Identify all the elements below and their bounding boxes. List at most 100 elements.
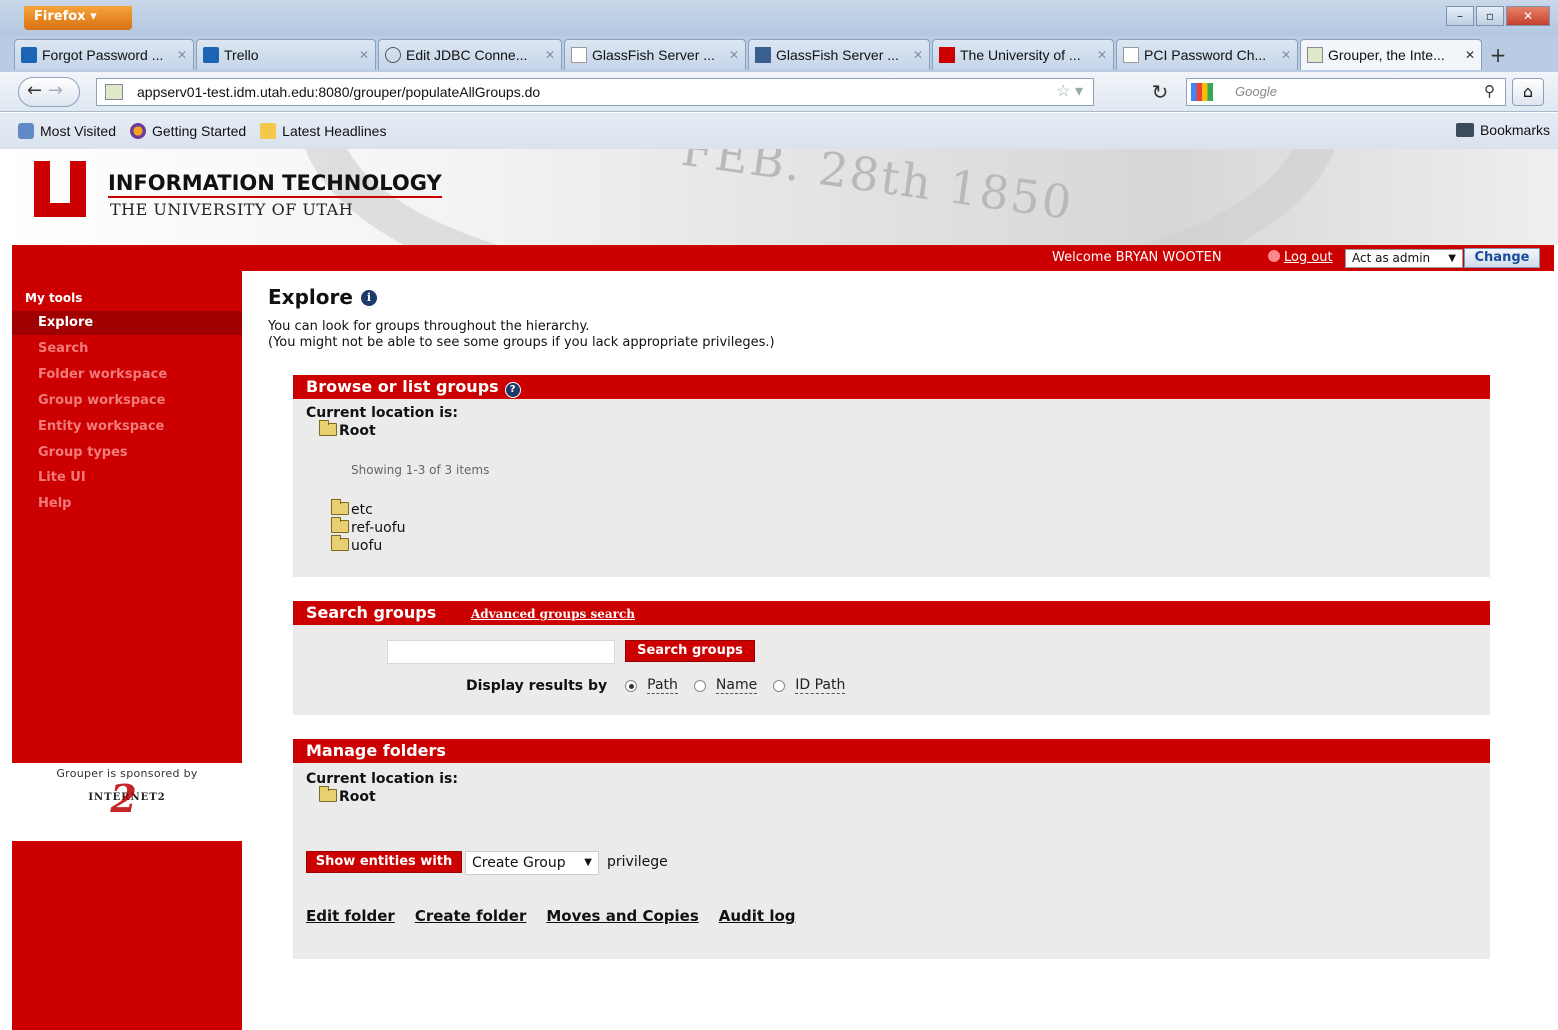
- back-button[interactable]: ← →: [18, 77, 80, 107]
- close-tab-icon[interactable]: ✕: [541, 48, 555, 62]
- bookmarks-toolbar: Most Visited Getting Started Latest Head…: [0, 113, 1558, 149]
- loading-icon: [385, 47, 401, 63]
- back-arrow-icon: ←: [27, 80, 43, 101]
- page-title: Explore i: [268, 285, 377, 309]
- sidebar-item-entity-workspace[interactable]: Entity workspace: [38, 419, 164, 434]
- browse-location-label: Current location is:: [306, 405, 458, 421]
- edit-folder-link[interactable]: Edit folder: [306, 907, 395, 925]
- close-tab-icon[interactable]: ✕: [1461, 48, 1475, 62]
- search-panel-heading: Search groups Advanced groups search: [293, 601, 1490, 625]
- forward-arrow-icon[interactable]: →: [48, 80, 63, 101]
- firefox-menu-button[interactable]: Firefox ▾: [24, 6, 132, 30]
- sidebar-item-group-workspace[interactable]: Group workspace: [38, 393, 165, 408]
- sidebar-item-explore[interactable]: Explore: [12, 311, 242, 335]
- logout-link[interactable]: Log out: [1268, 250, 1333, 265]
- sidebar: My tools Explore Search Folder workspace…: [12, 271, 242, 1030]
- logout-icon: [1268, 250, 1280, 262]
- list-item[interactable]: etc: [331, 499, 406, 519]
- close-tab-icon[interactable]: ✕: [1277, 48, 1291, 62]
- sponsor-box: Grouper is sponsored by 2 INTERNET2: [12, 763, 242, 841]
- tab-glassfish-1[interactable]: GlassFish Server ... ✕: [564, 39, 746, 70]
- search-input[interactable]: [387, 640, 615, 664]
- tab-glassfish-2[interactable]: GlassFish Server ... ✕: [748, 39, 930, 70]
- bookmark-getting-started[interactable]: Getting Started: [130, 123, 246, 139]
- folder-icon: [331, 517, 349, 533]
- close-tab-icon[interactable]: ✕: [355, 48, 369, 62]
- search-engine-bar[interactable]: Google ⚲: [1186, 78, 1506, 106]
- change-button[interactable]: Change: [1464, 248, 1540, 268]
- browse-location-root[interactable]: Root: [319, 420, 376, 439]
- rss-folder-icon: [260, 123, 277, 139]
- minimize-icon[interactable]: –: [1446, 6, 1474, 26]
- org-subtitle: THE UNIVERSITY OF UTAH: [110, 200, 354, 219]
- sidebar-item-search[interactable]: Search: [38, 341, 88, 356]
- folder-icon: [331, 535, 349, 551]
- manage-location-root[interactable]: Root: [319, 786, 376, 805]
- window-controls: – ▫ ✕: [1446, 6, 1550, 26]
- sidebar-item-group-types[interactable]: Group types: [38, 445, 128, 460]
- new-tab-button[interactable]: +: [1484, 39, 1512, 70]
- web-page: FEB. 28th 1850 INFORMATION TECHNOLOGY TH…: [0, 149, 1558, 1030]
- tab-trello[interactable]: Trello ✕: [196, 39, 376, 70]
- info-icon[interactable]: i: [360, 290, 377, 306]
- audit-log-link[interactable]: Audit log: [719, 907, 796, 925]
- radio-id-path[interactable]: [773, 679, 786, 692]
- radio-name[interactable]: [693, 679, 706, 692]
- search-icon[interactable]: ⚲: [1484, 79, 1495, 105]
- privilege-select[interactable]: Create Group ▼: [465, 851, 599, 875]
- trello-icon: [203, 47, 219, 63]
- sidebar-item-help[interactable]: Help: [38, 496, 71, 511]
- create-folder-link[interactable]: Create folder: [415, 907, 527, 925]
- search-groups-button[interactable]: Search groups: [625, 640, 755, 662]
- google-icon: [1191, 83, 1213, 101]
- moves-and-copies-link[interactable]: Moves and Copies: [546, 907, 698, 925]
- internet2-logo[interactable]: 2 INTERNET2: [88, 776, 165, 821]
- list-item[interactable]: uofu: [331, 535, 406, 555]
- close-window-icon[interactable]: ✕: [1506, 6, 1550, 26]
- maximize-icon[interactable]: ▫: [1476, 6, 1504, 26]
- tab-university[interactable]: The University of ... ✕: [932, 39, 1114, 70]
- display-results-options: Display results by Path Name ID Path: [466, 677, 846, 694]
- bookmarks-menu-button[interactable]: Bookmarks: [1455, 122, 1550, 138]
- radio-path[interactable]: [625, 679, 638, 692]
- tab-pci-password[interactable]: PCI Password Ch... ✕: [1116, 39, 1298, 70]
- user-bar: Welcome BRYAN WOOTEN Log out Act as admi…: [12, 245, 1554, 271]
- chevron-down-icon: ▼: [584, 857, 592, 868]
- showing-count: Showing 1-3 of 3 items: [351, 463, 490, 477]
- close-tab-icon[interactable]: ✕: [909, 48, 923, 62]
- close-tab-icon[interactable]: ✕: [725, 48, 739, 62]
- firefox-icon: [130, 123, 146, 139]
- bookmarks-icon: [1455, 123, 1474, 137]
- bookmark-star-icon[interactable]: ☆ ▾: [1056, 79, 1083, 105]
- list-item[interactable]: ref-uofu: [331, 517, 406, 537]
- browse-groups-panel: Browse or list groups? Current location …: [293, 375, 1490, 577]
- bookmark-most-visited[interactable]: Most Visited: [18, 123, 116, 139]
- page-icon: [1123, 47, 1139, 63]
- act-as-select[interactable]: Act as admin ▼: [1345, 249, 1463, 268]
- intro-text: You can look for groups throughout the h…: [268, 319, 775, 350]
- home-icon[interactable]: ⌂: [1512, 78, 1544, 106]
- folder-icon: [319, 420, 337, 436]
- sidebar-item-folder-workspace[interactable]: Folder workspace: [38, 367, 167, 382]
- sidebar-item-lite-ui[interactable]: Lite UI: [38, 470, 86, 485]
- trello-icon: [21, 47, 37, 63]
- uofu-icon: [939, 47, 955, 63]
- site-icon: [105, 84, 123, 100]
- reload-icon[interactable]: ↻: [1144, 78, 1176, 106]
- show-entities-button[interactable]: Show entities with: [306, 851, 462, 873]
- close-tab-icon[interactable]: ✕: [173, 48, 187, 62]
- most-visited-icon: [18, 123, 34, 139]
- bookmark-latest-headlines[interactable]: Latest Headlines: [260, 123, 386, 139]
- tab-edit-jdbc[interactable]: Edit JDBC Conne... ✕: [378, 39, 562, 70]
- help-icon[interactable]: ?: [504, 382, 521, 398]
- folder-list: etc ref-uofu uofu: [331, 499, 406, 555]
- university-logo[interactable]: [30, 161, 90, 217]
- folder-icon: [319, 786, 337, 802]
- tab-grouper[interactable]: Grouper, the Inte... ✕: [1300, 39, 1482, 70]
- tab-forgot-password[interactable]: Forgot Password ... ✕: [14, 39, 194, 70]
- advanced-search-link[interactable]: Advanced groups search: [471, 602, 635, 626]
- org-title: INFORMATION TECHNOLOGY: [108, 171, 442, 198]
- url-bar[interactable]: appserv01-test.idm.utah.edu:8080/grouper…: [96, 78, 1094, 106]
- navigation-bar: ← → appserv01-test.idm.utah.edu:8080/gro…: [0, 72, 1558, 112]
- close-tab-icon[interactable]: ✕: [1093, 48, 1107, 62]
